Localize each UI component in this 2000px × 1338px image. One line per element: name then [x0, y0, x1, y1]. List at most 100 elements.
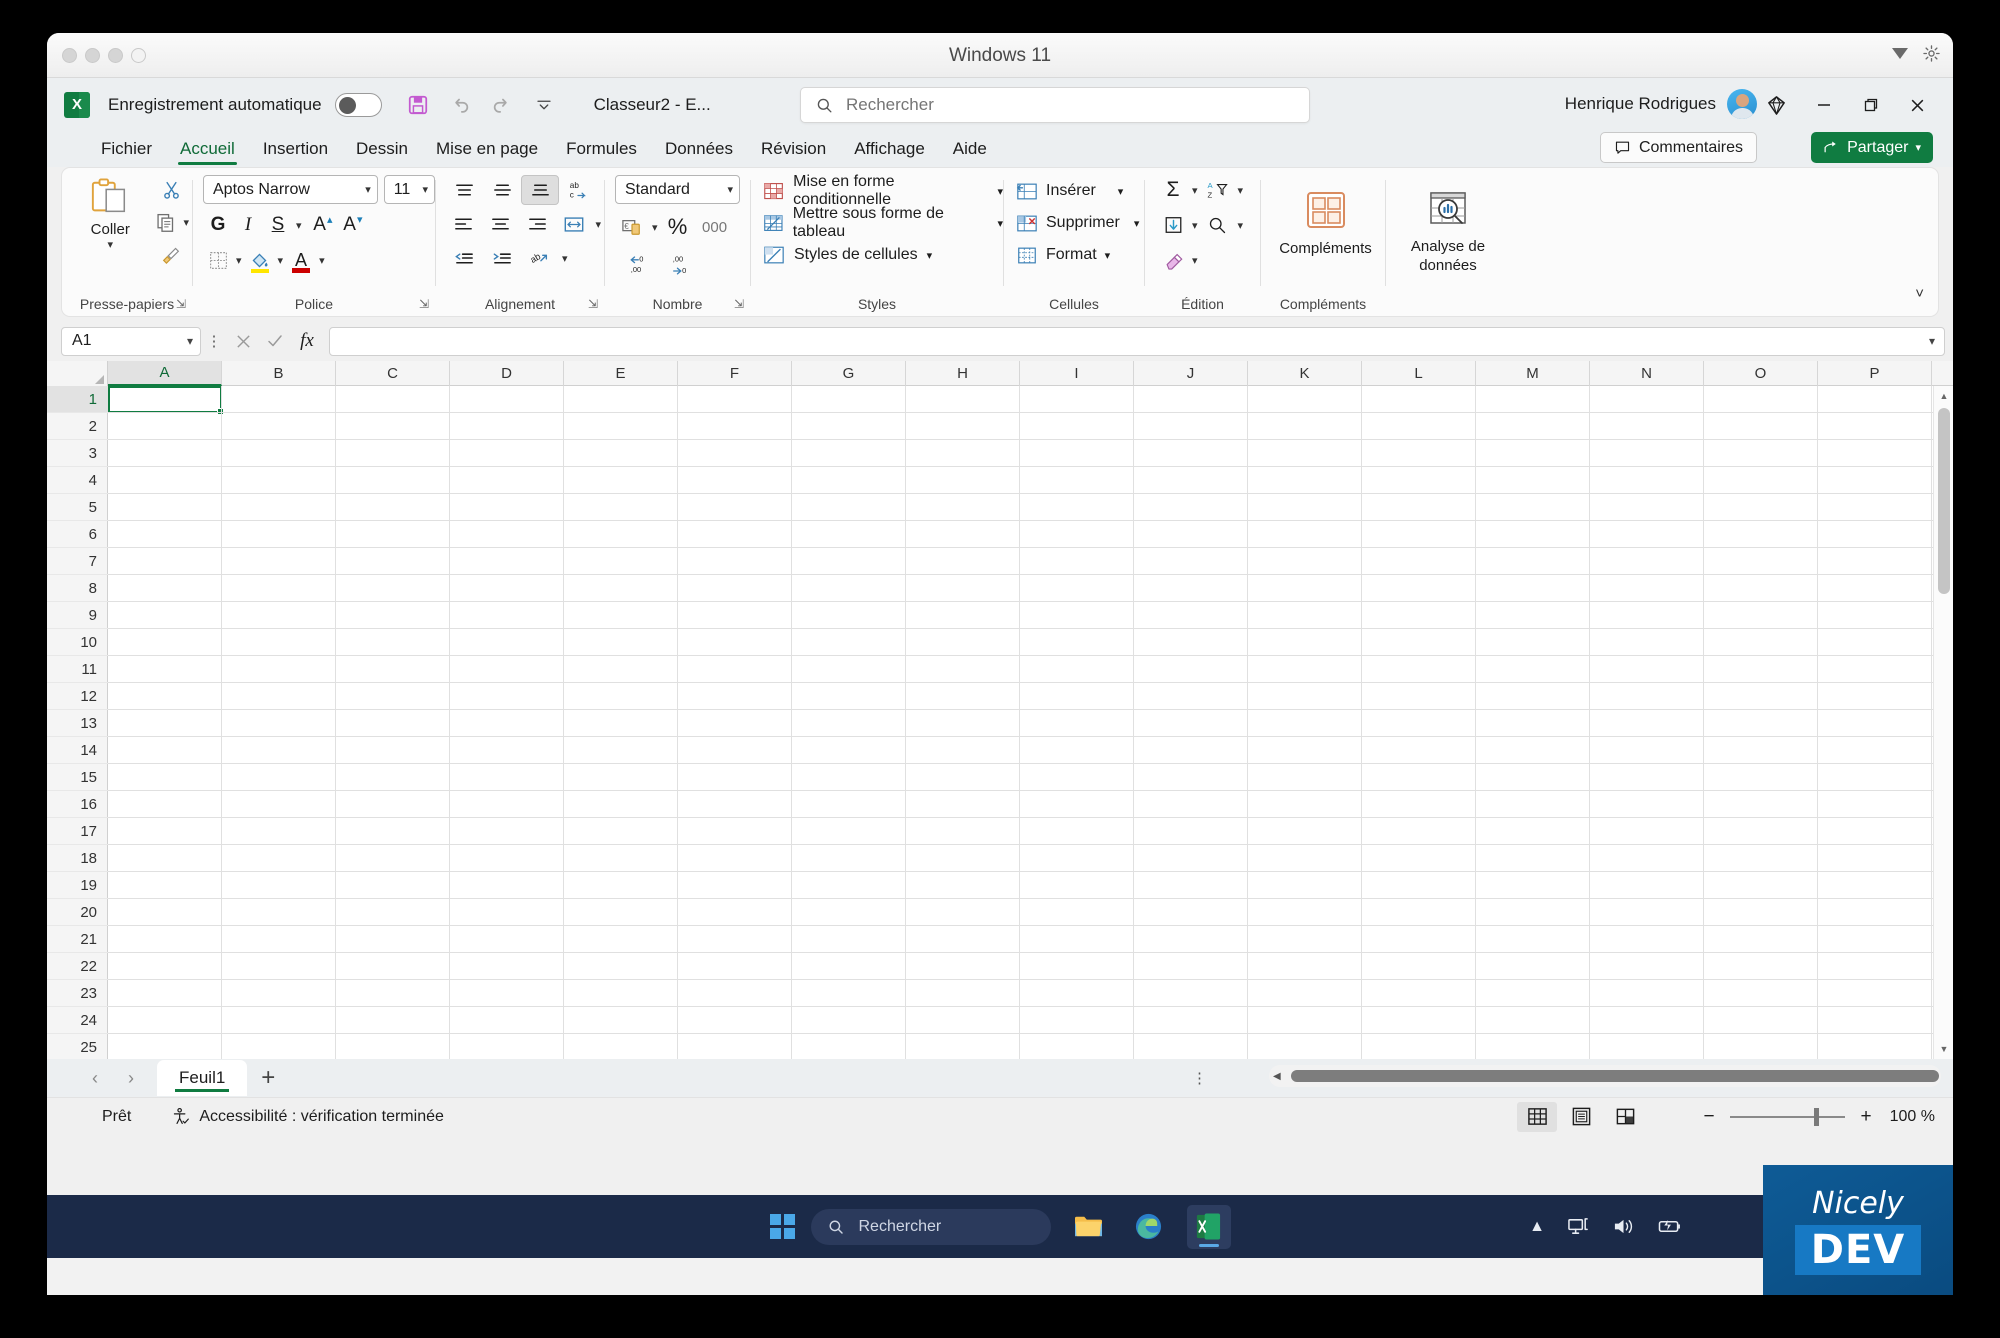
row-header-3[interactable]: 3	[47, 440, 108, 467]
row-header-18[interactable]: 18	[47, 845, 108, 872]
find-select-icon[interactable]	[1201, 210, 1235, 240]
autosave-toggle[interactable]	[334, 92, 382, 117]
chevron-down-icon[interactable]: ▾	[592, 218, 604, 231]
chevron-down-icon[interactable]: ▾	[422, 183, 428, 196]
align-middle-icon[interactable]	[483, 175, 521, 205]
selected-cell-A1[interactable]	[108, 386, 224, 415]
row-header-2[interactable]: 2	[47, 413, 108, 440]
chevron-down-icon[interactable]: ▾	[187, 334, 193, 348]
row-header-10[interactable]: 10	[47, 629, 108, 656]
wrap-text-icon[interactable]: ab c	[559, 175, 597, 205]
windows-logo-icon[interactable]	[769, 1214, 795, 1239]
confirm-icon[interactable]	[259, 326, 291, 356]
ribbon-tab-donnees[interactable]: Données	[651, 136, 747, 167]
cancel-icon[interactable]	[227, 326, 259, 356]
dialog-launcher-icon[interactable]: ⇲	[419, 297, 429, 311]
column-header-G[interactable]: G	[792, 361, 906, 386]
decrease-indent-icon[interactable]	[445, 243, 483, 273]
share-button[interactable]: Partager ▾	[1811, 132, 1933, 163]
increase-indent-icon[interactable]	[483, 243, 521, 273]
undo-icon[interactable]	[442, 87, 478, 123]
row-header-19[interactable]: 19	[47, 872, 108, 899]
align-bottom-icon[interactable]	[521, 175, 559, 205]
column-header-H[interactable]: H	[906, 361, 1020, 386]
formula-input[interactable]: ▾	[329, 326, 1945, 356]
row-header-15[interactable]: 15	[47, 764, 108, 791]
format-painter-icon[interactable]	[156, 239, 186, 269]
format-cells-button[interactable]: Format ▾	[1016, 239, 1144, 271]
scroll-down-icon[interactable]: ▼	[1934, 1039, 1953, 1059]
ribbon-tab-affichage[interactable]: Affichage	[840, 136, 939, 167]
minimize-button[interactable]	[1800, 88, 1847, 122]
chevron-down-icon[interactable]: ▾	[997, 217, 1003, 230]
merge-cells-icon[interactable]	[556, 209, 593, 239]
chevron-down-icon[interactable]: ▾	[316, 254, 328, 267]
chevron-down-icon[interactable]: ▾	[1134, 217, 1140, 230]
ribbon-tab-fichier[interactable]: Fichier	[87, 136, 166, 167]
underline-button[interactable]: S	[263, 211, 293, 239]
document-title[interactable]: Classeur2 - E...	[594, 95, 711, 115]
zoom-percentage[interactable]: 100 %	[1887, 1108, 1935, 1126]
chevron-left-icon[interactable]: ‹	[77, 1059, 113, 1097]
diamond-icon[interactable]	[1753, 88, 1800, 122]
horizontal-scroll-thumb[interactable]	[1291, 1070, 1939, 1082]
row-header-22[interactable]: 22	[47, 953, 108, 980]
zoom-slider[interactable]	[1730, 1107, 1845, 1126]
eraser-icon[interactable]	[1157, 245, 1189, 275]
horizontal-scrollbar[interactable]: ◀	[1269, 1065, 1941, 1087]
row-header-17[interactable]: 17	[47, 818, 108, 845]
account-area[interactable]: Henrique Rodrigues	[1565, 89, 1757, 119]
thousands-separator-button[interactable]: 000	[695, 212, 735, 242]
font-color-icon[interactable]: A	[286, 246, 316, 274]
row-header-11[interactable]: 11	[47, 656, 108, 683]
row-header-21[interactable]: 21	[47, 926, 108, 953]
percent-style-button[interactable]: %	[661, 212, 695, 242]
ribbon-tab-accueil[interactable]: Accueil	[166, 136, 249, 167]
row-header-4[interactable]: 4	[47, 467, 108, 494]
column-header-P[interactable]: P	[1818, 361, 1932, 386]
sort-filter-icon[interactable]: A Z	[1201, 175, 1235, 205]
column-header-F[interactable]: F	[678, 361, 792, 386]
fill-down-icon[interactable]	[1157, 210, 1189, 240]
fill-color-icon[interactable]	[245, 246, 275, 274]
chevron-down-icon[interactable]: ▾	[1189, 254, 1201, 267]
font-size-select[interactable]: 11 ▾	[383, 175, 435, 204]
ribbon-tab-revision[interactable]: Révision	[747, 136, 840, 167]
chevron-down-icon[interactable]: ▾	[1189, 219, 1201, 232]
align-top-icon[interactable]	[445, 175, 483, 205]
battery-charging-icon[interactable]	[1657, 1216, 1683, 1237]
row-header-24[interactable]: 24	[47, 1007, 108, 1034]
qat-overflow-icon[interactable]	[526, 87, 562, 123]
name-box[interactable]: A1 ▾	[61, 326, 201, 356]
collapse-ribbon-button[interactable]: ˅	[1915, 285, 1924, 302]
increase-font-size-button[interactable]: A ▴	[305, 211, 335, 239]
sheet-tab-feuil1[interactable]: Feuil1	[157, 1060, 248, 1096]
dialog-launcher-icon[interactable]: ⇲	[176, 297, 186, 311]
copy-icon[interactable]	[150, 207, 180, 237]
taskbar-microsoft-edge[interactable]	[1127, 1205, 1171, 1249]
delete-cells-button[interactable]: Supprimer ▾	[1016, 207, 1144, 239]
chevron-down-icon[interactable]: ▾	[180, 216, 192, 229]
align-right-icon[interactable]	[519, 209, 556, 239]
column-header-B[interactable]: B	[222, 361, 336, 386]
close-button[interactable]	[1894, 88, 1941, 122]
comments-button[interactable]: Commentaires	[1599, 132, 1757, 163]
insert-cells-button[interactable]: Insérer ▾	[1016, 175, 1144, 207]
chevron-down-icon[interactable]: ▾	[275, 254, 287, 267]
row-header-5[interactable]: 5	[47, 494, 108, 521]
chevron-down-icon[interactable]: ▾	[293, 219, 305, 232]
chevron-down-icon[interactable]: ▾	[365, 183, 371, 196]
row-header-14[interactable]: 14	[47, 737, 108, 764]
currency-icon[interactable]: €	[615, 212, 649, 242]
cell-styles-button[interactable]: Styles de cellules ▾	[763, 239, 1003, 271]
chevron-down-icon[interactable]: ▾	[107, 238, 113, 251]
column-header-K[interactable]: K	[1248, 361, 1362, 386]
chevron-down-icon[interactable]: ▾	[1118, 185, 1124, 198]
more-options-icon[interactable]: ⋮	[1192, 1069, 1207, 1087]
scissors-icon[interactable]	[156, 175, 186, 205]
ribbon-tab-aide[interactable]: Aide	[939, 136, 1001, 167]
cells-area[interactable]	[108, 386, 1933, 1059]
row-header-8[interactable]: 8	[47, 575, 108, 602]
row-header-25[interactable]: 25	[47, 1034, 108, 1059]
row-header-1[interactable]: 1	[47, 386, 108, 413]
